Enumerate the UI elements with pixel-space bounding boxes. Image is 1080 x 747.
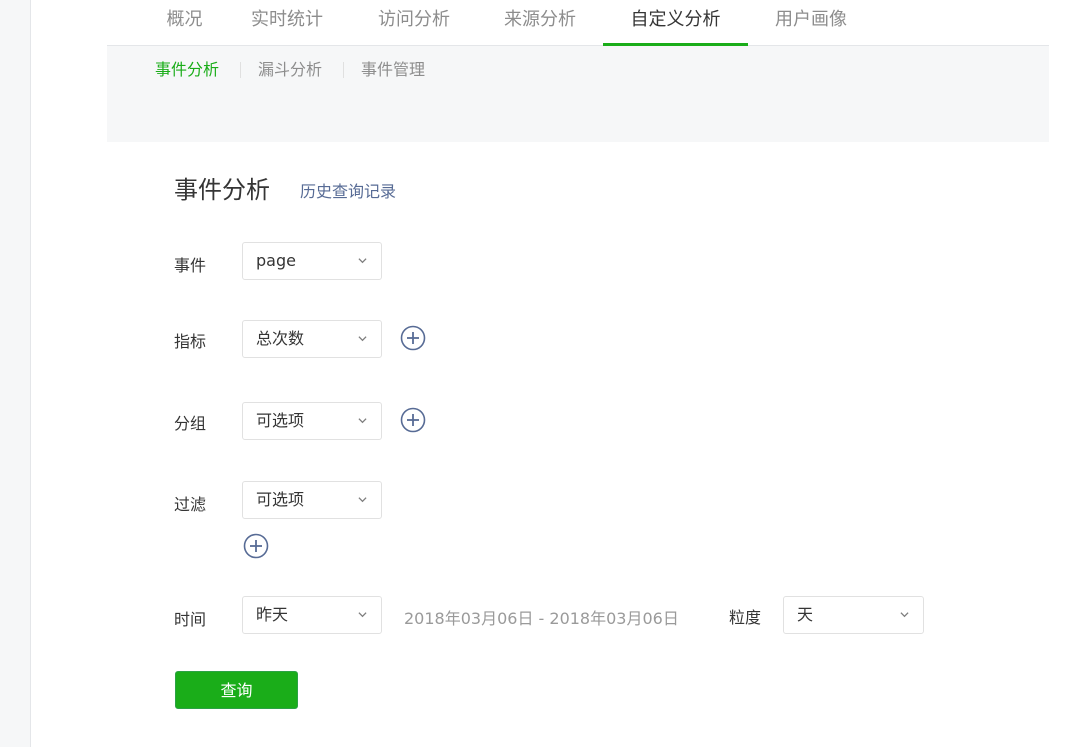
time-select-value: 昨天 [256, 605, 289, 624]
group-label: 分组 [174, 414, 207, 433]
group-select-value: 可选项 [256, 411, 305, 430]
granularity-select[interactable]: 天 [783, 596, 924, 634]
group-select[interactable]: 可选项 [242, 402, 382, 440]
chevron-down-icon [358, 336, 367, 342]
analysis-card [138, 142, 1080, 747]
content-gap [107, 94, 1049, 142]
query-button[interactable]: 查询 [175, 671, 298, 709]
filter-label: 过滤 [174, 495, 207, 514]
add-group-icon[interactable] [400, 407, 426, 433]
top-tabs: 概况 实时统计 访问分析 来源分析 自定义分析 用户画像 [107, 0, 1049, 46]
granularity-label: 粒度 [729, 608, 762, 627]
metric-select-value: 总次数 [256, 329, 305, 348]
chevron-down-icon [900, 612, 909, 618]
tab-custom-analysis[interactable]: 自定义分析 [603, 0, 748, 46]
add-metric-icon[interactable] [400, 325, 426, 351]
tab-source-analysis[interactable]: 来源分析 [501, 0, 579, 45]
left-rail [0, 0, 31, 747]
time-select[interactable]: 昨天 [242, 596, 382, 634]
sub-tabs: 事件分析 漏斗分析 事件管理 [107, 46, 1049, 94]
metric-label: 指标 [174, 332, 207, 351]
sub-tab-divider [343, 62, 344, 78]
page-title: 事件分析 [174, 176, 270, 204]
chevron-down-icon [358, 612, 367, 618]
subtab-funnel-analysis[interactable]: 漏斗分析 [258, 46, 322, 94]
time-label: 时间 [174, 610, 207, 629]
granularity-select-value: 天 [797, 605, 814, 624]
metric-select[interactable]: 总次数 [242, 320, 382, 358]
subtab-event-management[interactable]: 事件管理 [361, 46, 425, 94]
filter-select[interactable]: 可选项 [242, 481, 382, 519]
tab-realtime[interactable]: 实时统计 [248, 0, 326, 45]
chevron-down-icon [358, 418, 367, 424]
event-select-value: page [256, 251, 296, 270]
event-select[interactable]: page [242, 242, 382, 280]
chevron-down-icon [358, 497, 367, 503]
tab-overview[interactable]: 概况 [162, 0, 207, 45]
filter-select-value: 可选项 [256, 490, 305, 509]
tab-visit-analysis[interactable]: 访问分析 [375, 0, 453, 45]
history-query-link[interactable]: 历史查询记录 [300, 178, 396, 202]
sub-tab-divider [240, 62, 241, 78]
tab-user-profile[interactable]: 用户画像 [772, 0, 850, 45]
subtab-event-analysis[interactable]: 事件分析 [155, 46, 219, 94]
chevron-down-icon [358, 258, 367, 264]
add-filter-icon[interactable] [243, 533, 269, 559]
event-label: 事件 [174, 256, 207, 275]
date-range: 2018年03月06日 - 2018年03月06日 [404, 609, 679, 628]
